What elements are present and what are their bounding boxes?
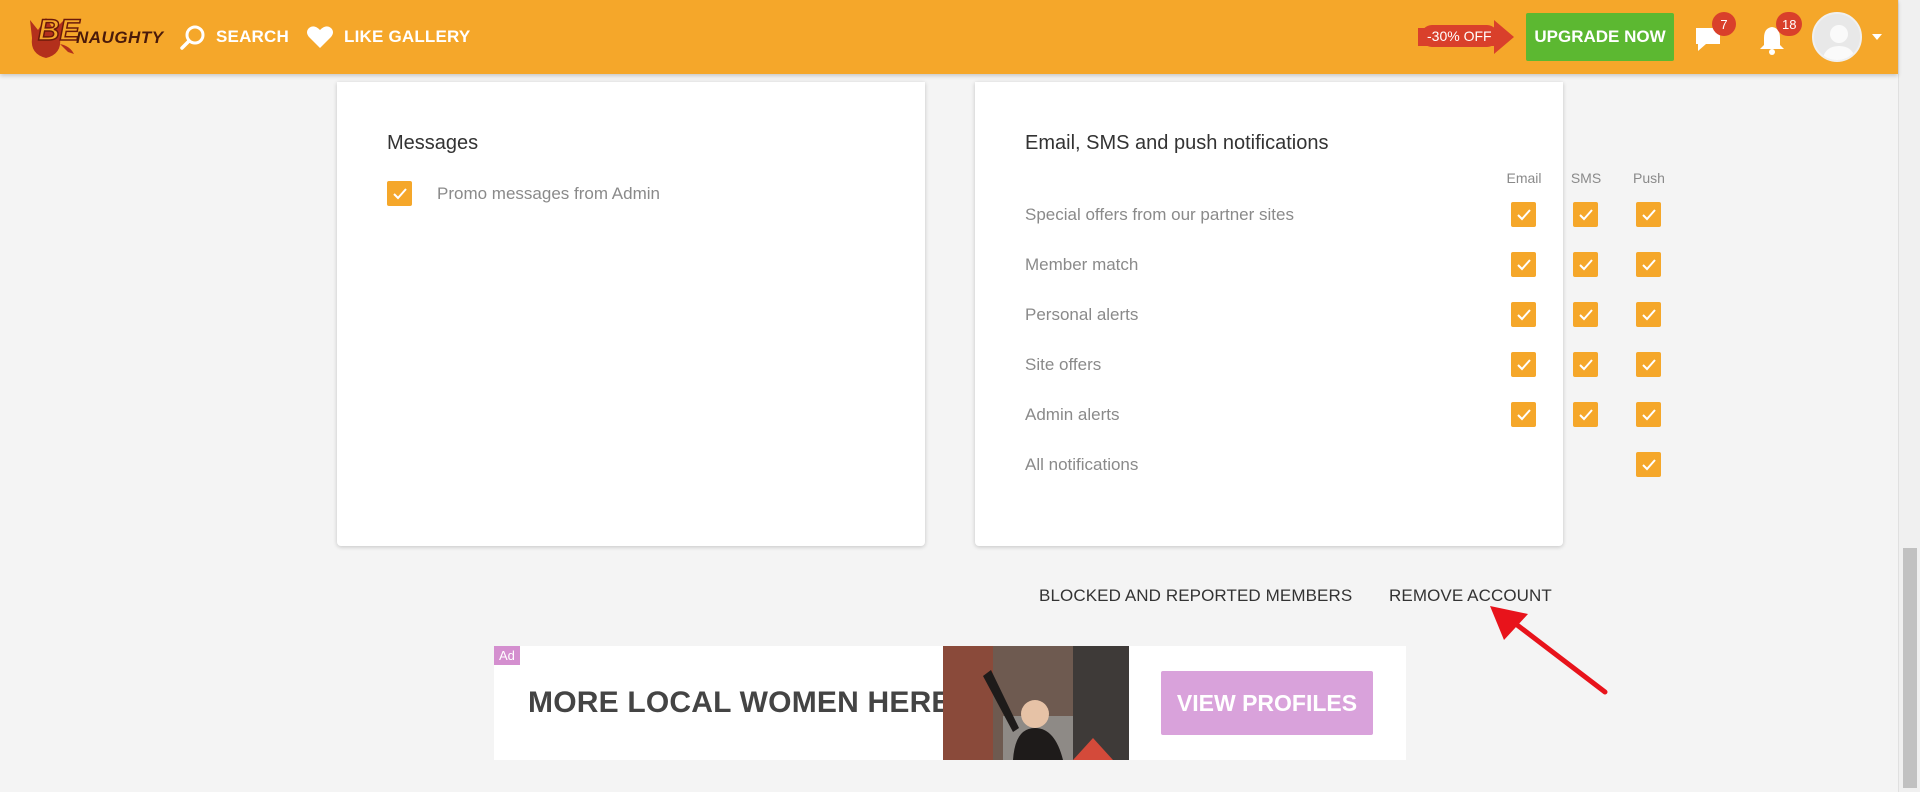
column-push: Push [1633, 170, 1665, 186]
checkmark-icon [1578, 408, 1593, 420]
messages-card-title: Messages [387, 132, 479, 154]
push-checkbox[interactable] [1636, 252, 1661, 277]
avatar-silhouette-icon [1822, 25, 1856, 60]
ad-tag: Ad [494, 646, 520, 665]
notifications-card-title: Email, SMS and push notifications [1025, 132, 1329, 154]
column-sms: SMS [1570, 170, 1602, 186]
checkmark-icon [1641, 308, 1656, 320]
ad-photo [943, 646, 1129, 760]
heart-icon [307, 26, 333, 48]
push-checkbox[interactable] [1636, 452, 1661, 477]
sms-checkbox[interactable] [1573, 402, 1598, 427]
nav-search[interactable]: SEARCH [180, 22, 289, 52]
notification-row-label: Admin alerts [1025, 405, 1120, 424]
discount-badge[interactable]: -30% OFF [1421, 25, 1498, 47]
checkmark-icon [1641, 408, 1656, 420]
sms-checkbox[interactable] [1573, 202, 1598, 227]
column-email: Email [1506, 170, 1542, 186]
promo-messages-checkbox[interactable] [387, 181, 412, 206]
checkmark-icon [1641, 358, 1656, 370]
checkmark-icon [1578, 358, 1593, 370]
checkmark-icon [1516, 358, 1531, 370]
email-checkbox[interactable] [1511, 402, 1536, 427]
user-avatar[interactable] [1812, 12, 1862, 62]
push-checkbox[interactable] [1636, 352, 1661, 377]
checkmark-icon [1578, 208, 1593, 220]
checkmark-icon [1516, 258, 1531, 270]
checkmark-icon [1641, 208, 1656, 220]
blocked-members-link[interactable]: BLOCKED AND REPORTED MEMBERS [1039, 586, 1352, 606]
nav-like-gallery[interactable]: LIKE GALLERY [306, 22, 470, 52]
upgrade-button[interactable]: UPGRADE NOW [1526, 13, 1674, 61]
notifications-count-badge: 18 [1776, 12, 1803, 36]
push-checkbox[interactable] [1636, 202, 1661, 227]
checkmark-icon [1516, 308, 1531, 320]
checkmark-icon [392, 187, 407, 199]
notification-row-label: Site offers [1025, 355, 1102, 374]
top-header: BE NAUGHTY SEARCH LIKE GALLERY -30% OFF … [0, 0, 1898, 74]
checkmark-icon [1516, 208, 1531, 220]
checkmark-icon [1578, 308, 1593, 320]
push-checkbox[interactable] [1636, 302, 1661, 327]
messages-button[interactable]: 7 [1692, 12, 1736, 58]
messages-count-badge: 7 [1712, 12, 1736, 36]
ad-banner[interactable]: Ad MORE LOCAL WOMEN HERE VIEW PROFILES [494, 646, 1406, 760]
page-scrollbar[interactable] [1898, 0, 1920, 792]
sms-checkbox[interactable] [1573, 252, 1598, 277]
sms-checkbox[interactable] [1573, 352, 1598, 377]
email-checkbox[interactable] [1511, 302, 1536, 327]
email-checkbox[interactable] [1511, 202, 1536, 227]
logo-wordmark: NAUGHTY [76, 28, 164, 47]
annotation-arrow-icon [1490, 606, 1608, 695]
notification-row-label: Member match [1025, 255, 1139, 274]
email-checkbox[interactable] [1511, 352, 1536, 377]
messages-card: Messages Promo messages from Admin [337, 82, 925, 546]
email-checkbox[interactable] [1511, 252, 1536, 277]
checkmark-icon [1516, 408, 1531, 420]
checkmark-icon [1641, 458, 1656, 470]
logo-prefix: BE [37, 13, 80, 48]
promo-messages-label: Promo messages from Admin [437, 184, 660, 203]
notifications-button[interactable]: 18 [1756, 12, 1803, 58]
sms-checkbox[interactable] [1573, 302, 1598, 327]
push-checkbox[interactable] [1636, 402, 1661, 427]
nav-search-label: SEARCH [216, 27, 289, 46]
checkmark-icon [1578, 258, 1593, 270]
notification-row-label: Personal alerts [1025, 305, 1139, 324]
checkmark-icon [1641, 258, 1656, 270]
site-logo[interactable]: BE NAUGHTY [24, 12, 163, 62]
ad-photo-image [943, 646, 1129, 760]
notification-row-label: All notifications [1025, 455, 1139, 474]
scrollbar-thumb[interactable] [1903, 548, 1917, 788]
notifications-card: Email, SMS and push notifications Email … [975, 82, 1665, 546]
view-profiles-button[interactable]: VIEW PROFILES [1161, 671, 1373, 735]
nav-like-gallery-label: LIKE GALLERY [344, 27, 471, 46]
search-icon [180, 25, 205, 50]
notification-row-label: Special offers from our partner sites [1025, 205, 1294, 224]
chevron-down-icon[interactable] [1872, 34, 1882, 40]
ad-headline: MORE LOCAL WOMEN HERE [528, 686, 952, 719]
